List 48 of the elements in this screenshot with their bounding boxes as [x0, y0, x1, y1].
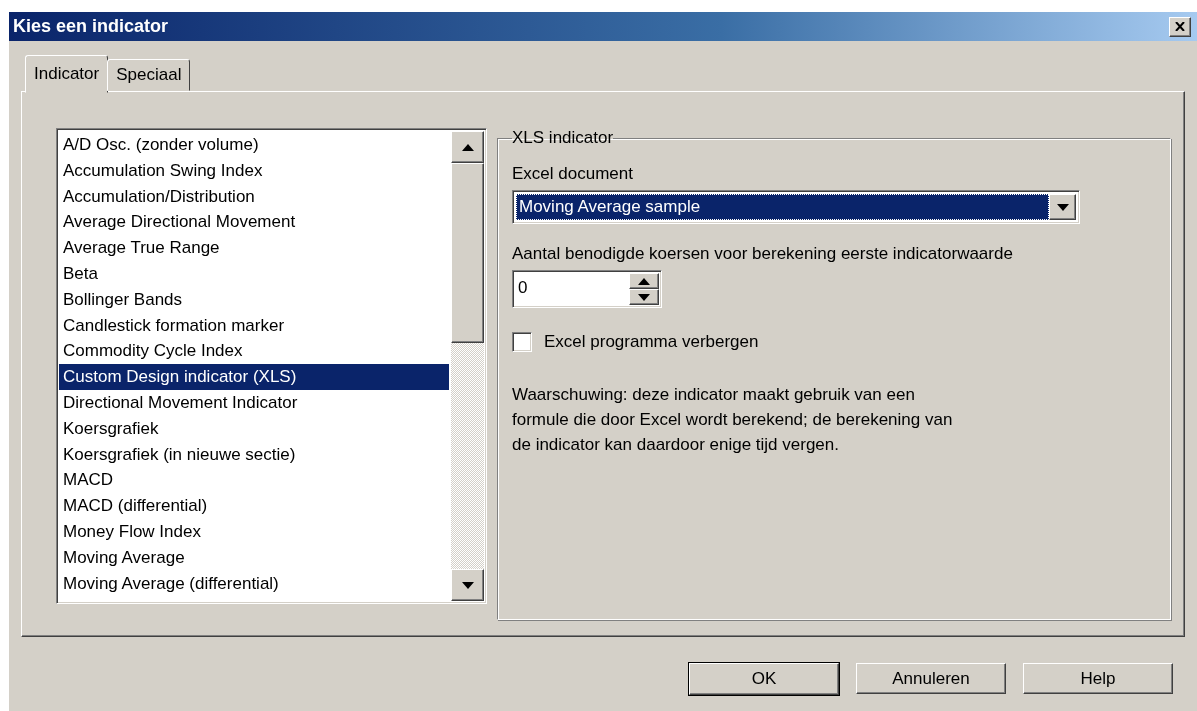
spin-value: 0 — [517, 277, 529, 299]
field-label: Excel document — [512, 164, 634, 184]
up-arrow-icon — [638, 277, 650, 285]
document-dropdown[interactable]: Moving Average sample — [512, 190, 1080, 224]
list-item[interactable]: A/D Osc. (zonder volume) — [59, 132, 449, 158]
list-item[interactable]: MACD (differential) — [59, 493, 449, 519]
up-arrow-icon — [461, 143, 474, 151]
dropdown-button[interactable] — [1049, 194, 1076, 220]
list-item[interactable]: Moving Average — [59, 544, 449, 571]
list-item[interactable]: Koersgrafiek — [59, 415, 449, 442]
list-item[interactable]: Candlestick formation marker — [59, 312, 449, 339]
list-item[interactable]: Accumulation Swing Index — [59, 157, 449, 184]
close-button[interactable] — [1169, 16, 1191, 37]
scroll-thumb[interactable] — [451, 163, 484, 343]
list-item[interactable]: Money Flow Index — [59, 518, 449, 545]
list-item[interactable]: MACD — [59, 467, 449, 494]
list-item[interactable]: Average True Range — [59, 235, 449, 261]
down-arrow-icon — [638, 293, 650, 301]
tab[interactable]: Speciaal — [107, 59, 191, 91]
checkbox-label: Excel programma verbergen — [544, 332, 759, 352]
dialog-button[interactable]: Annuleren — [856, 663, 1006, 694]
checkbox[interactable] — [512, 332, 532, 352]
dialog-button[interactable]: OK — [689, 663, 839, 695]
close-icon — [1175, 22, 1185, 31]
list-item[interactable]: Average Directional Movement — [59, 209, 449, 236]
count-spin-field[interactable]: 0 — [512, 270, 662, 308]
list-item[interactable]: Moving Average (differential) — [59, 570, 449, 597]
scroll-down-button[interactable] — [451, 569, 484, 601]
down-arrow-icon — [461, 581, 474, 589]
list-item[interactable]: Beta — [59, 261, 449, 287]
tab[interactable]: Indicator — [25, 55, 109, 93]
list-item[interactable]: Commodity Cycle Index — [59, 338, 449, 365]
scrollbar[interactable] — [451, 131, 484, 601]
scroll-up-button[interactable] — [451, 131, 484, 163]
warning-text: Waarschuwing: deze indicator maakt gebruik van een formule die door Excel wordt berekend; de berekening van de indicator kan daardoor enige tijd vergen. — [512, 384, 954, 456]
list-item[interactable]: Accumulation/Distribution — [59, 183, 449, 210]
field-label: Aantal benodigde koersen voor berekening eerste indicatorwaarde — [512, 244, 1014, 264]
down-arrow-icon — [1056, 203, 1069, 211]
window-title: Kies een indicator — [13, 16, 169, 37]
group-title: XLS indicator — [512, 128, 614, 148]
list-item[interactable]: Directional Movement Indicator — [59, 389, 449, 416]
list-item[interactable]: Bollinger Bands — [59, 286, 449, 313]
spin-up-button[interactable] — [629, 273, 659, 289]
dialog-button[interactable]: Help — [1023, 663, 1173, 694]
list-item[interactable]: Koersgrafiek (in nieuwe sectie) — [59, 441, 449, 468]
spin-down-button[interactable] — [629, 289, 659, 305]
list-item[interactable]: Custom Design indicator (XLS) — [59, 364, 449, 390]
dropdown-value: Moving Average sample — [516, 194, 1049, 220]
